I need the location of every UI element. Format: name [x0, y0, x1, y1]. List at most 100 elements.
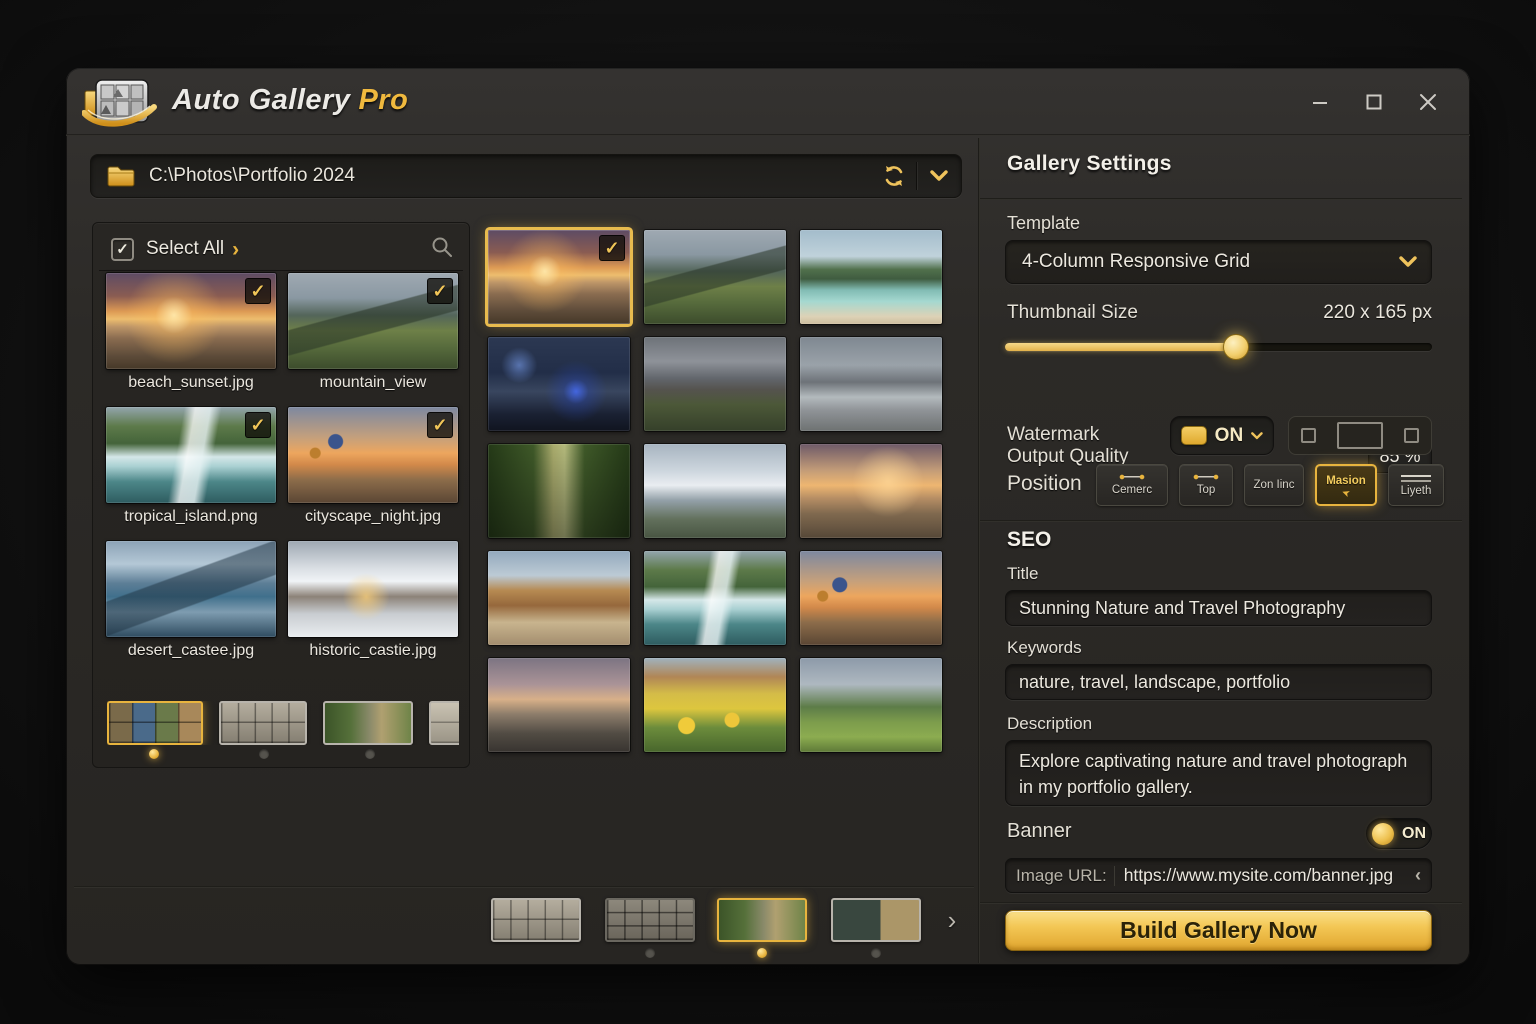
grid-photo[interactable] — [800, 551, 942, 645]
gallery-preview-thumb[interactable] — [831, 898, 921, 942]
selected-check-badge[interactable]: ✓ — [427, 278, 453, 304]
seo-description-input[interactable]: Explore captivating nature and travel ph… — [1005, 740, 1432, 806]
strip-dot[interactable] — [871, 948, 881, 958]
gallery-preview-thumb[interactable] — [717, 898, 807, 942]
minimize-button[interactable] — [1308, 90, 1332, 114]
banner-url-field[interactable]: Image URL: https://www.mysite.com/banner… — [1005, 858, 1432, 893]
seo-section-divider — [980, 520, 1462, 522]
gallery-preview-thumb[interactable] — [491, 898, 581, 942]
position-option-button[interactable]: Cemerc — [1096, 464, 1168, 506]
grid-photo[interactable] — [800, 337, 942, 431]
grid-photo[interactable] — [644, 337, 786, 431]
refresh-button[interactable] — [872, 154, 916, 198]
file-thumbnail[interactable] — [288, 541, 458, 637]
chevron-down-icon — [1399, 256, 1417, 268]
chevron-down-icon — [930, 170, 948, 182]
folder-path-bar[interactable]: C:\Photos\Portfolio 2024 — [90, 154, 962, 198]
strip-dot[interactable] — [259, 749, 269, 759]
next-page-arrow[interactable]: › — [939, 904, 965, 936]
select-all-chevron-icon[interactable]: › — [232, 239, 239, 260]
seo-keywords-input[interactable]: nature, travel, landscape, portfolio — [1005, 664, 1432, 700]
file-item[interactable]: historic_castie.jpg — [288, 541, 458, 665]
banner-url-value[interactable]: https://www.mysite.com/banner.jpg — [1124, 865, 1415, 886]
file-list: ✓beach_sunset.jpg✓mountain_view✓tropical… — [106, 273, 458, 665]
selected-check-badge[interactable]: ✓ — [427, 412, 453, 438]
file-thumbnail[interactable]: ✓ — [288, 407, 458, 503]
folder-icon — [107, 165, 135, 187]
grid-photo[interactable] — [488, 337, 630, 431]
position-option-button[interactable]: Top — [1179, 464, 1233, 506]
grid-photo[interactable] — [488, 551, 630, 645]
selected-check-badge[interactable]: ✓ — [245, 278, 271, 304]
placement-option-small-right[interactable] — [1404, 428, 1419, 443]
settings-header-divider — [980, 198, 1462, 200]
file-thumbnail[interactable] — [106, 541, 276, 637]
toggle-knob-icon — [1372, 823, 1394, 845]
watermark-swatch-icon — [1181, 426, 1207, 445]
titlebar: Auto GalleryPro — [66, 68, 1470, 136]
placement-option-small-left[interactable] — [1301, 428, 1316, 443]
selected-check-badge[interactable]: ✓ — [245, 412, 271, 438]
layout-preview-thumb[interactable] — [429, 701, 459, 745]
file-item[interactable]: ✓ cityscape_night.jpg — [288, 407, 458, 531]
position-options: Cemerc Top Zon Iinc Masion➤ Liyeth — [1096, 464, 1444, 506]
banner-toggle[interactable]: ON — [1366, 818, 1432, 849]
strip-dot[interactable] — [365, 749, 375, 759]
app-window: Auto GalleryPro C:\Photos\Portfolio 20 — [66, 68, 1470, 965]
grid-photo[interactable] — [644, 658, 786, 752]
placement-option-large[interactable] — [1337, 422, 1383, 449]
grid-photo[interactable] — [644, 444, 786, 538]
thumbnail-size-label: Thumbnail Size — [1007, 302, 1138, 324]
grid-photo[interactable] — [644, 551, 786, 645]
photo-grid: ✓ — [488, 230, 946, 752]
bracket-deco-icon — [1192, 474, 1220, 481]
file-item[interactable]: ✓tropical_island.png — [106, 407, 276, 531]
template-dropdown[interactable]: 4-Column Responsive Grid — [1005, 240, 1432, 284]
grid-photo[interactable] — [488, 444, 630, 538]
template-value: 4-Column Responsive Grid — [1022, 251, 1399, 273]
panel-divider — [978, 138, 980, 963]
position-option-label: Cemerc — [1112, 484, 1152, 496]
slider-knob[interactable] — [1223, 334, 1249, 360]
folder-dropdown-button[interactable] — [917, 154, 961, 198]
file-item[interactable]: desert_castee.jpg — [106, 541, 276, 665]
strip-dot[interactable] — [645, 948, 655, 958]
grid-photo[interactable] — [488, 658, 630, 752]
strip-dot[interactable] — [149, 749, 159, 759]
layout-preview-thumb[interactable] — [219, 701, 307, 745]
file-item[interactable]: ✓mountain_view — [288, 273, 458, 397]
file-item[interactable]: ✓beach_sunset.jpg — [106, 273, 276, 397]
strip-dot[interactable] — [757, 948, 767, 958]
file-thumbnail[interactable]: ✓ — [288, 273, 458, 369]
position-option-button[interactable]: Masion➤ — [1315, 464, 1377, 506]
file-name: cityscape_night.jpg — [288, 503, 458, 531]
watermark-toggle[interactable]: ON — [1170, 416, 1274, 455]
layout-preview-thumb[interactable] — [107, 701, 203, 745]
lines-deco-icon — [1401, 474, 1431, 483]
position-option-button[interactable]: Liyeth — [1388, 464, 1444, 506]
file-thumbnail[interactable]: ✓ — [106, 407, 276, 503]
select-all-checkbox[interactable]: ✓ — [111, 238, 134, 261]
grid-photo[interactable] — [644, 230, 786, 324]
grid-photo[interactable]: ✓ — [488, 230, 630, 324]
grid-photo[interactable] — [800, 658, 942, 752]
file-thumbnail[interactable]: ✓ — [106, 273, 276, 369]
close-button[interactable] — [1416, 90, 1440, 114]
search-button[interactable] — [431, 236, 453, 263]
gallery-preview-thumb[interactable] — [605, 898, 695, 942]
layout-preview-thumb[interactable] — [323, 701, 413, 745]
grid-photo[interactable] — [800, 230, 942, 324]
thumbnail-size-slider[interactable] — [1005, 343, 1432, 351]
seo-title-input[interactable]: Stunning Nature and Travel Photography — [1005, 590, 1432, 626]
grid-photo[interactable] — [800, 444, 942, 538]
layout-preview-strip — [107, 701, 459, 745]
maximize-button[interactable] — [1362, 90, 1386, 114]
app-title-main: Auto Gallery — [172, 84, 350, 116]
build-gallery-button[interactable]: Build Gallery Now — [1005, 910, 1432, 951]
position-option-button[interactable]: Zon Iinc — [1244, 464, 1304, 506]
url-caret-icon[interactable]: ‹ — [1415, 865, 1421, 886]
banner-label: Banner — [1007, 820, 1072, 843]
selected-check-badge[interactable]: ✓ — [599, 235, 625, 261]
seo-title-label: Title — [1007, 564, 1039, 584]
folder-path-text[interactable]: C:\Photos\Portfolio 2024 — [149, 165, 872, 187]
